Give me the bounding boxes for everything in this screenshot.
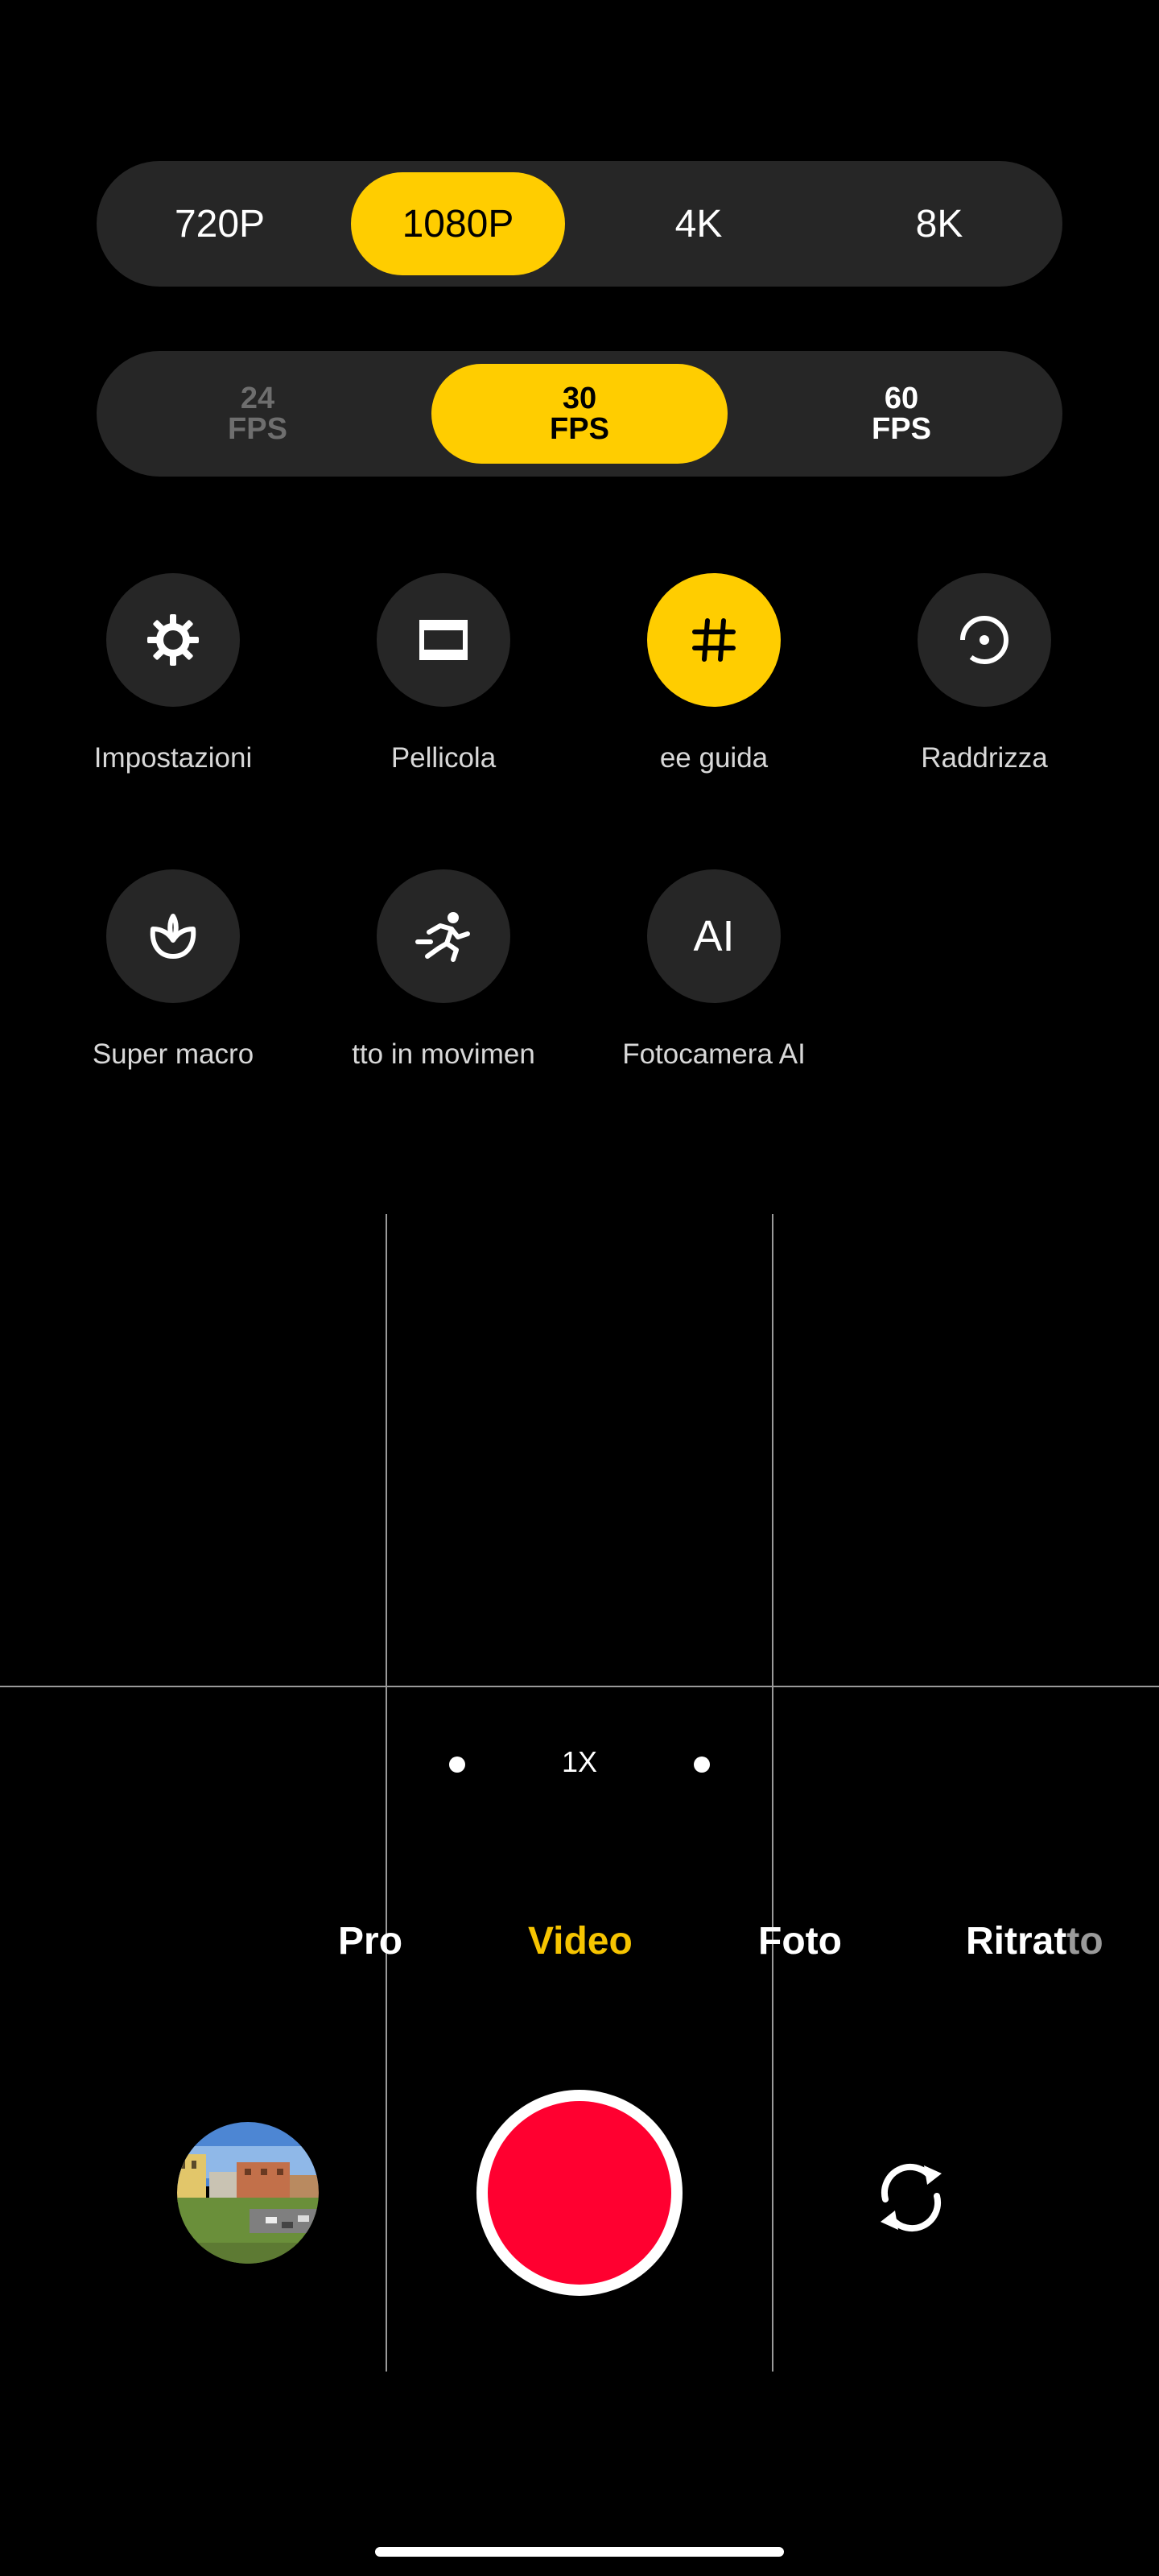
zoom-level-label[interactable]: 1X [539, 1745, 620, 1779]
gallery-preview-image [177, 2122, 319, 2264]
running-figure-icon [415, 912, 470, 962]
fps-unit: FPS [228, 412, 287, 446]
gallery-thumbnail[interactable] [177, 2122, 319, 2264]
flower-macro-icon [150, 914, 196, 959]
mode-tab-video[interactable]: Video [528, 1919, 633, 1963]
grid-line-vertical-right [772, 1214, 773, 2372]
feature-film[interactable]: Pellicola [319, 573, 568, 815]
mode-tab-pro[interactable]: Pro [338, 1919, 402, 1963]
grid-line-horizontal [0, 1686, 1159, 1687]
feature-ai-camera[interactable]: AI Fotocamera AI [589, 869, 839, 1111]
feature-straighten-button[interactable] [918, 573, 1051, 707]
fps-option-30[interactable]: 30 FPS [431, 364, 728, 464]
feature-super-macro-label: Super macro [92, 1038, 254, 1070]
home-indicator[interactable] [375, 2547, 784, 2557]
level-icon [960, 616, 1008, 664]
feature-motion-capture-button[interactable] [377, 869, 510, 1003]
fps-value: 24 [240, 382, 275, 415]
grid-hash-icon [692, 618, 736, 662]
mode-tab-ritratto[interactable]: Ritratto [966, 1919, 1103, 1963]
feature-motion-capture[interactable]: tto in movimen [319, 869, 568, 1111]
switch-camera-icon [881, 2163, 942, 2232]
fps-unit: FPS [872, 412, 931, 446]
feature-super-macro-button[interactable] [106, 869, 240, 1003]
switch-camera-button[interactable] [871, 2157, 951, 2238]
resolution-option-8k[interactable]: 8K [832, 172, 1046, 275]
gear-icon [147, 614, 199, 666]
feature-ai-camera-button[interactable]: AI [647, 869, 781, 1003]
film-frame-icon [419, 620, 468, 660]
fps-option-60[interactable]: 60 FPS [753, 364, 1050, 464]
zoom-dot-right[interactable] [694, 1757, 710, 1773]
fps-unit: FPS [550, 412, 609, 446]
mode-tab-foto[interactable]: Foto [758, 1919, 842, 1963]
mode-tab-ritratto-text: Ritrat [966, 1920, 1067, 1963]
fps-value: 60 [884, 382, 919, 415]
mode-tab-ritratto-fade: to [1066, 1920, 1103, 1963]
fps-selector: 24 FPS 30 FPS 60 FPS [97, 351, 1062, 477]
record-button-core [488, 2101, 671, 2285]
resolution-selector: 720P 1080P 4K 8K [97, 161, 1062, 287]
fps-value: 30 [562, 382, 597, 415]
feature-motion-capture-label: tto in movimen [352, 1038, 535, 1070]
grid-line-vertical-left [386, 1214, 387, 2372]
feature-grid-lines-label: ee guida [659, 742, 769, 774]
feature-settings-button[interactable] [106, 573, 240, 707]
zoom-dot-left[interactable] [449, 1757, 465, 1773]
feature-film-label: Pellicola [390, 742, 497, 774]
feature-grid-lines-button[interactable] [647, 573, 781, 707]
feature-film-button[interactable] [377, 573, 510, 707]
resolution-option-1080p[interactable]: 1080P [351, 172, 565, 275]
feature-straighten-label: Raddrizza [921, 742, 1048, 774]
resolution-option-720p[interactable]: 720P [113, 172, 327, 275]
feature-ai-camera-label: Fotocamera AI [622, 1038, 806, 1070]
feature-grid-lines[interactable]: ee guida [589, 573, 839, 815]
feature-super-macro[interactable]: Super macro [48, 869, 298, 1111]
feature-settings[interactable]: Impostazioni [48, 573, 298, 815]
resolution-option-4k[interactable]: 4K [592, 172, 806, 275]
ai-text-icon: AI [693, 912, 735, 960]
feature-settings-label: Impostazioni [93, 742, 253, 774]
record-button[interactable] [476, 2090, 683, 2296]
feature-straighten[interactable]: Raddrizza [860, 573, 1109, 815]
fps-option-24[interactable]: 24 FPS [109, 364, 406, 464]
